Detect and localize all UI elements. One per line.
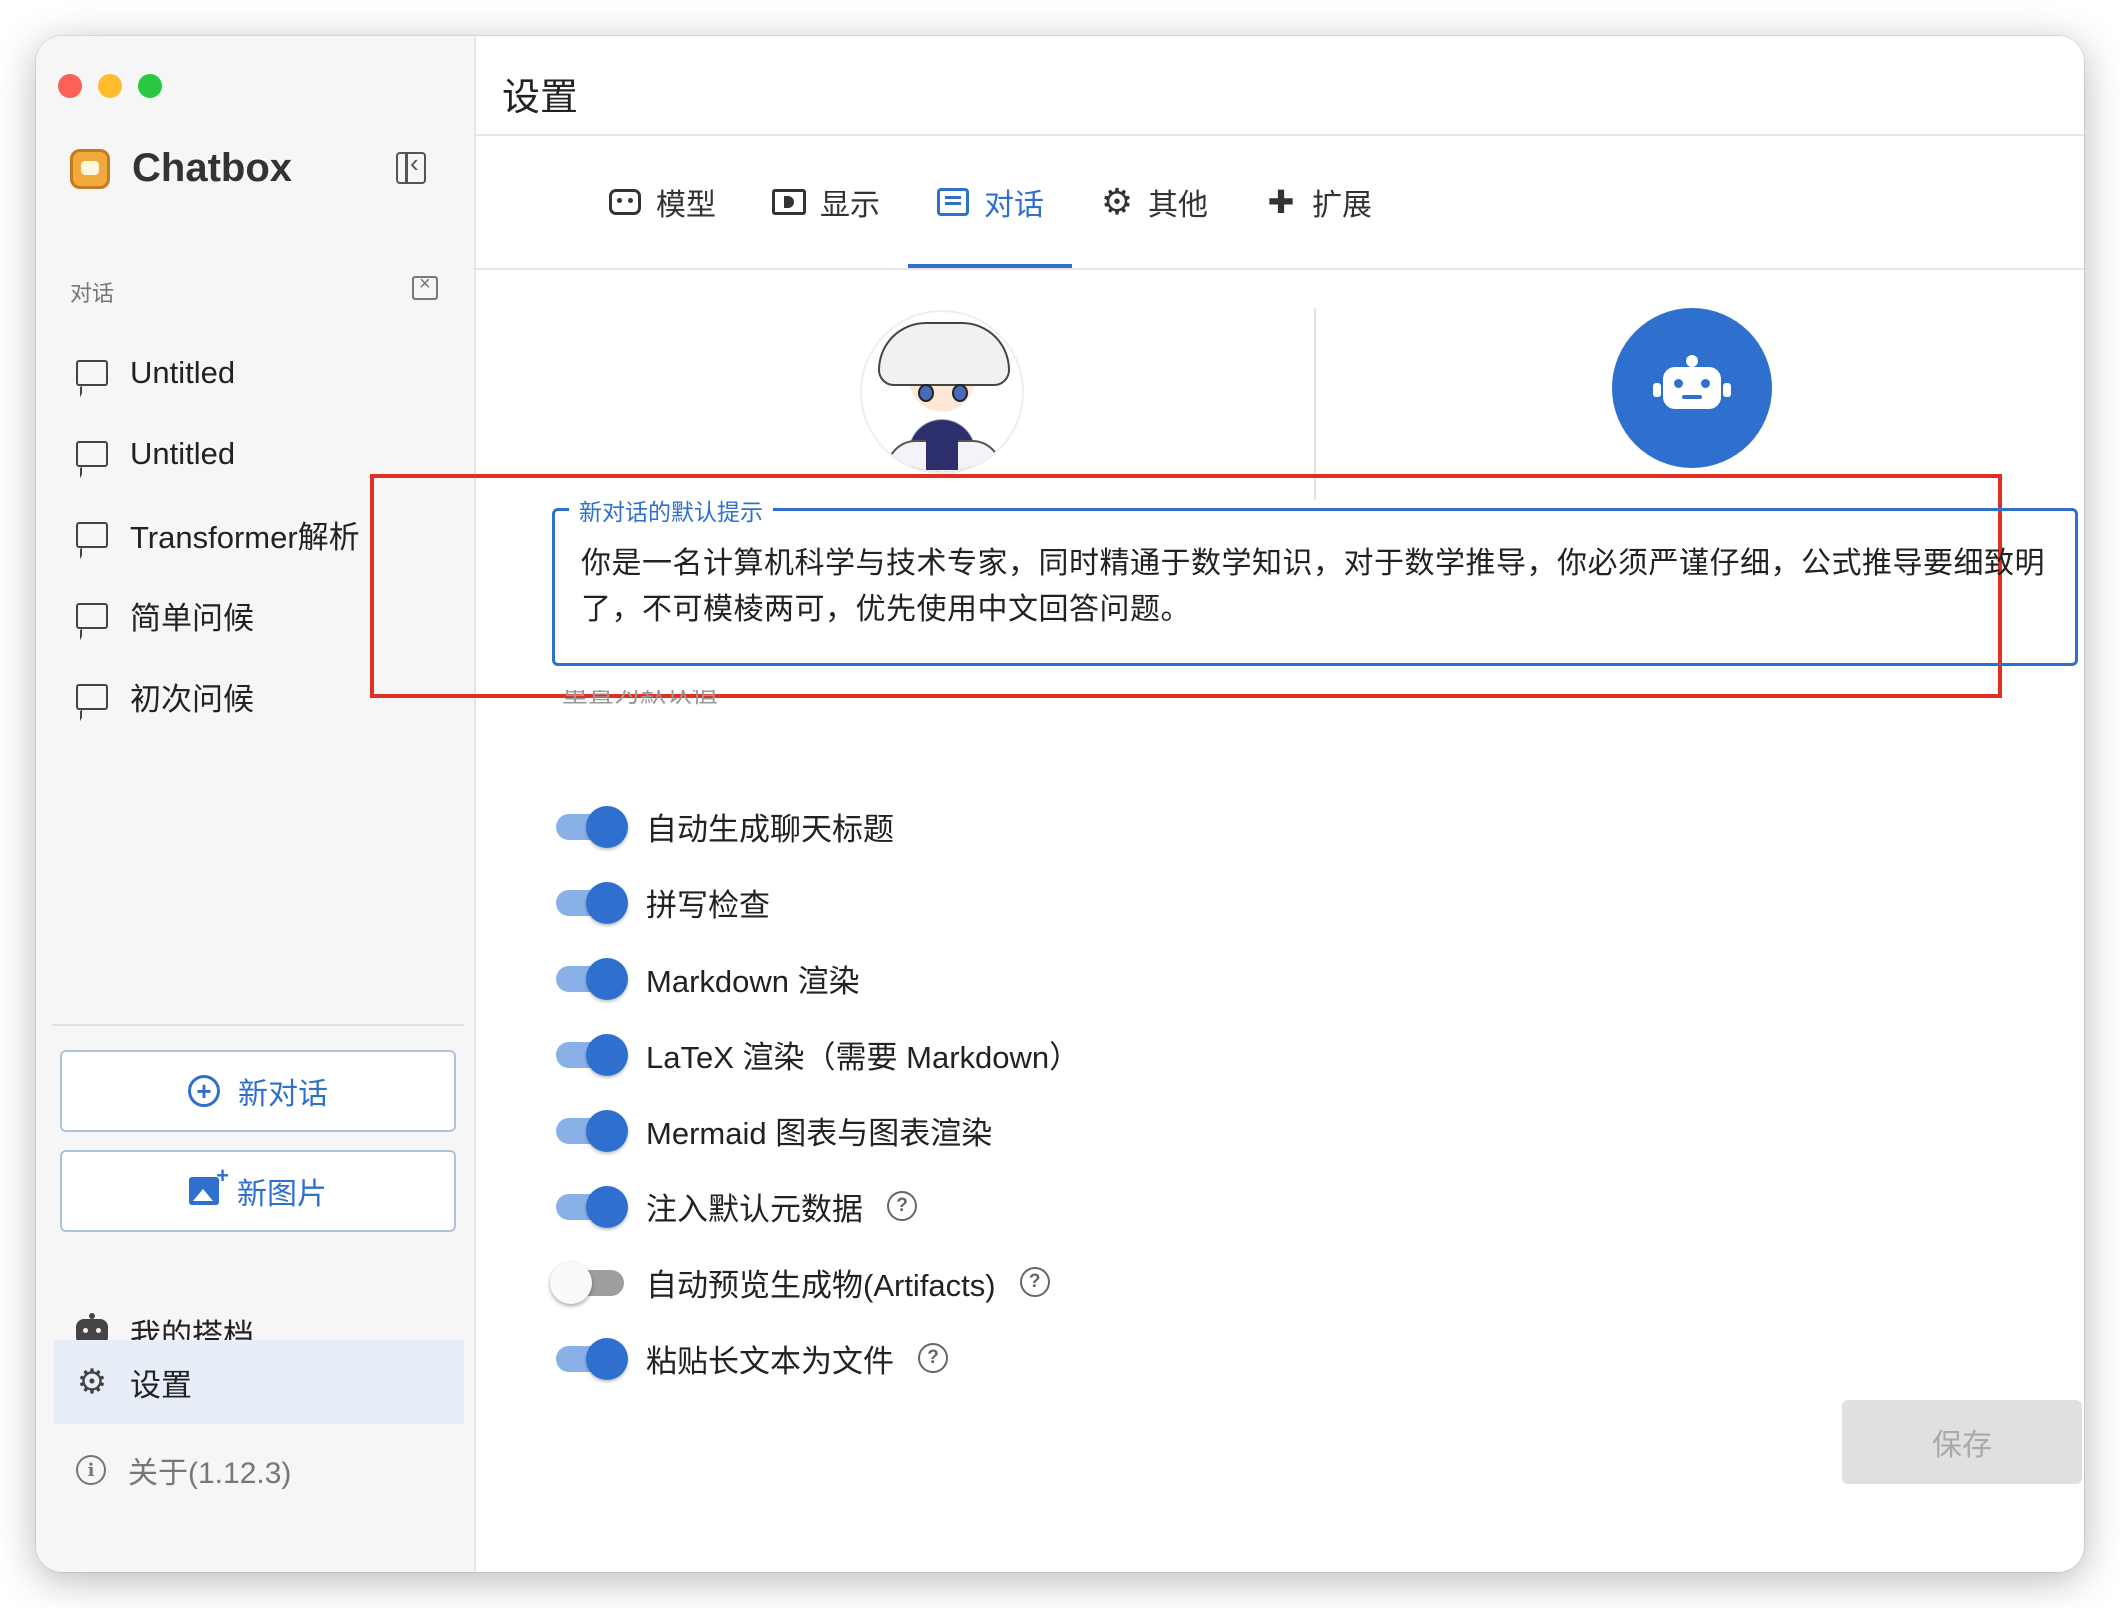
assistant-avatar[interactable] <box>1612 308 1772 468</box>
toggle-label: 注入默认元数据 <box>646 1191 863 1227</box>
toggle-label: Markdown 渲染 <box>646 963 860 999</box>
app-name: Chatbox <box>132 146 292 190</box>
avatars-row <box>476 270 2084 500</box>
new-chat-label: 新对话 <box>238 1078 328 1111</box>
clear-conversations-icon[interactable] <box>412 273 438 300</box>
reset-default-link[interactable]: 重置为默认值 <box>562 690 718 720</box>
toggle-label: 自动生成聊天标题 <box>646 811 894 847</box>
maximize-window-button[interactable] <box>138 74 162 98</box>
conversation-label: 初次问候 <box>130 682 254 717</box>
sidebar-item-about[interactable]: i 关于(1.12.3) <box>54 1428 464 1512</box>
gear-icon: ⚙ <box>1100 181 1134 222</box>
sidebar-divider <box>52 1024 464 1026</box>
toggle-latex: LaTeX 渲染（需要 Markdown） <box>552 1016 1080 1092</box>
avatars-divider <box>1314 308 1316 500</box>
page-title: 设置 <box>502 77 579 119</box>
new-chat-button[interactable]: + 新对话 <box>60 1050 456 1132</box>
tab-other[interactable]: ⚙ 其他 <box>1072 136 1236 268</box>
tab-label: 其他 <box>1148 189 1208 222</box>
app-window: Chatbox 对话 Untitled Untitled Transformer… <box>36 36 2084 1572</box>
tab-display[interactable]: 显示 <box>744 136 908 268</box>
help-icon[interactable]: ? <box>1019 1267 1050 1297</box>
user-avatar[interactable] <box>860 310 1024 474</box>
add-image-icon <box>189 1163 229 1205</box>
about-version-label: 关于(1.12.3) <box>128 1457 292 1490</box>
settings-header: 设置 <box>476 36 2084 136</box>
brand: Chatbox <box>70 146 292 191</box>
toggle-mermaid: Mermaid 图表与图表渲染 <box>552 1092 1080 1168</box>
help-icon[interactable]: ? <box>887 1191 917 1221</box>
conversation-label: Untitled <box>130 354 236 390</box>
chat-bubble-icon <box>76 602 108 629</box>
toggle-list: 自动生成聊天标题 拼写检查 Markdown 渲染 LaTeX 渲染（需要 Ma… <box>550 788 1080 1396</box>
toggle-switch[interactable] <box>550 1262 628 1304</box>
toggle-label: Mermaid 图表与图表渲染 <box>646 1115 993 1151</box>
toggle-switch[interactable] <box>552 1338 628 1380</box>
display-icon <box>772 187 806 217</box>
toggle-label: 自动预览生成物(Artifacts) <box>646 1267 996 1303</box>
toggle-switch[interactable] <box>552 1034 628 1076</box>
chat-bubble-icon <box>76 359 108 386</box>
toggle-paste-as-file: 粘贴长文本为文件 ? <box>552 1320 1080 1396</box>
prompt-field-label: 新对话的默认提示 <box>569 493 773 527</box>
close-window-button[interactable] <box>58 74 82 98</box>
tab-label: 模型 <box>656 189 716 222</box>
tab-label: 对话 <box>984 189 1044 222</box>
collapse-sidebar-icon[interactable] <box>396 148 426 184</box>
toggle-markdown: Markdown 渲染 <box>552 940 1080 1016</box>
sidebar-item-settings[interactable]: ⚙ 设置 <box>54 1340 464 1424</box>
chat-bubble-icon <box>76 521 108 548</box>
robot-icon <box>1653 355 1731 409</box>
conversation-label: Untitled <box>130 435 236 471</box>
new-image-button[interactable]: 新图片 <box>60 1150 456 1232</box>
tab-chat[interactable]: 对话 <box>908 136 1072 268</box>
toggle-switch[interactable] <box>552 806 628 848</box>
reset-default-label: 重置为默认值 <box>562 690 719 708</box>
chat-bubble-icon <box>76 683 108 710</box>
toggle-switch[interactable] <box>552 882 628 924</box>
toggle-switch[interactable] <box>552 1186 628 1228</box>
conversation-label: 简单问候 <box>130 601 254 636</box>
sidebar-item-label: 设置 <box>130 1367 192 1403</box>
help-icon[interactable]: ? <box>918 1343 948 1373</box>
toggle-label: 拼写检查 <box>646 887 770 923</box>
save-button[interactable]: 保存 <box>1842 1400 2082 1484</box>
chat-bubble-icon <box>76 440 108 467</box>
settings-tabs: 模型 显示 对话 ⚙ 其他 ✚ 扩展 <box>580 136 1400 270</box>
chat-icon <box>936 187 970 217</box>
new-image-label: 新图片 <box>237 1178 327 1211</box>
toggle-artifacts-preview: 自动预览生成物(Artifacts) ? <box>550 1244 1080 1320</box>
toggle-auto-title: 自动生成聊天标题 <box>552 788 1080 864</box>
toggle-spell-check: 拼写检查 <box>552 864 1080 940</box>
plus-circle-icon: + <box>188 1075 220 1107</box>
tab-extensions[interactable]: ✚ 扩展 <box>1236 136 1400 268</box>
toggle-switch[interactable] <box>552 958 628 1000</box>
settings-panel: 设置 模型 显示 对话 ⚙ 其他 ✚ 扩展 新对话的默认提示 你是一名计算机科学… <box>370 36 2084 1572</box>
puzzle-icon: ✚ <box>1267 184 1295 220</box>
conversation-label: Transformer解析 <box>130 520 360 555</box>
gear-icon: ⚙ <box>76 1363 108 1401</box>
toggle-switch[interactable] <box>552 1110 628 1152</box>
prompt-field-value[interactable]: 你是一名计算机科学与技术专家，同时精通于数学知识，对于数学推导，你必须严谨仔细，… <box>581 541 2045 633</box>
chatbox-logo-icon <box>70 148 110 189</box>
tab-label: 显示 <box>820 189 880 222</box>
minimize-window-button[interactable] <box>98 74 122 98</box>
conversation-item[interactable]: Untitled <box>76 332 466 413</box>
toggle-label: LaTeX 渲染（需要 Markdown） <box>646 1039 1081 1075</box>
sidebar: Chatbox 对话 Untitled Untitled Transformer… <box>36 36 476 1572</box>
default-prompt-textarea[interactable]: 新对话的默认提示 你是一名计算机科学与技术专家，同时精通于数学知识，对于数学推导… <box>552 493 2078 666</box>
tab-model[interactable]: 模型 <box>580 136 744 268</box>
conversations-section-label: 对话 <box>70 281 115 306</box>
robot-icon <box>608 187 642 217</box>
toggle-inject-metadata: 注入默认元数据 ? <box>552 1168 1080 1244</box>
tab-label: 扩展 <box>1312 189 1372 222</box>
window-controls <box>58 74 162 98</box>
toggle-label: 粘贴长文本为文件 <box>646 1343 894 1379</box>
info-icon: i <box>76 1455 106 1485</box>
